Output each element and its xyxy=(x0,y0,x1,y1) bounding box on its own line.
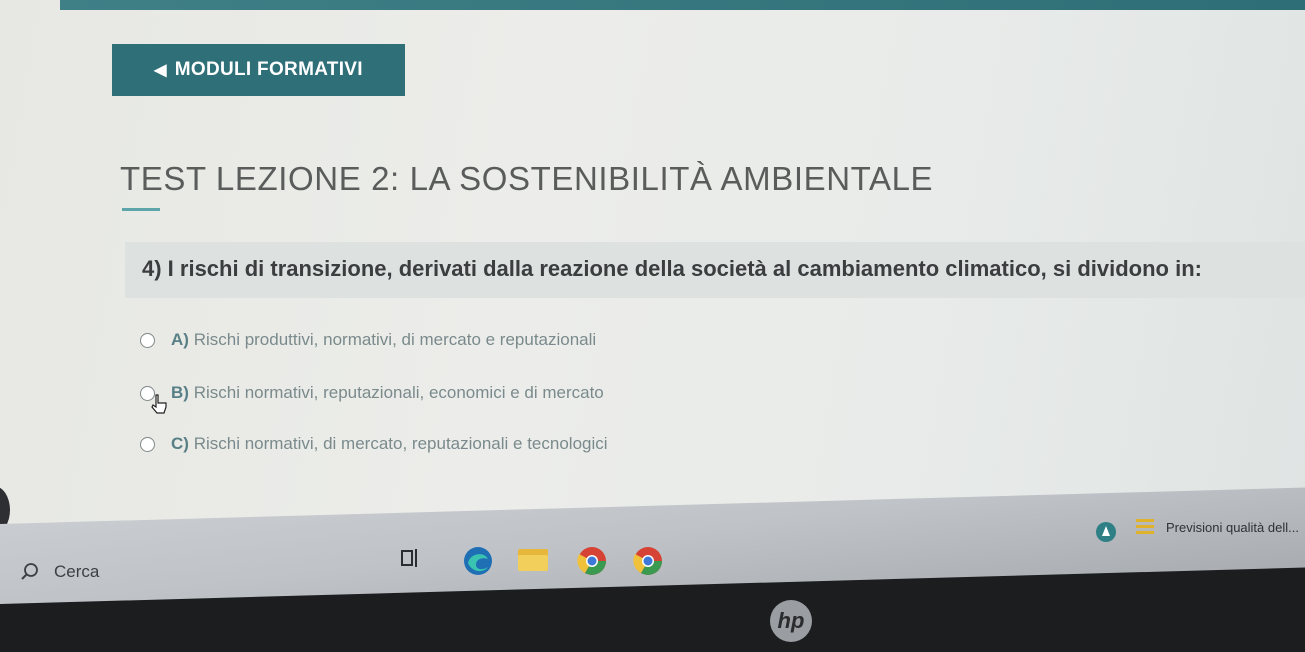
title-underline xyxy=(122,208,160,211)
task-view-icon[interactable] xyxy=(400,545,422,571)
answer-option-b[interactable]: B) Rischi normativi, reputazionali, econ… xyxy=(140,383,604,403)
air-quality-icon xyxy=(1136,519,1154,534)
search-label: Cerca xyxy=(54,562,100,581)
option-text: Rischi normativi, di mercato, reputazion… xyxy=(193,434,608,453)
option-letter: C) xyxy=(171,434,189,453)
search-icon xyxy=(21,563,38,580)
taskbar-search[interactable]: Cerca xyxy=(20,562,99,582)
mouse-cursor-icon xyxy=(151,394,167,414)
hp-logo: hp xyxy=(770,600,812,642)
weather-widget[interactable]: Previsioni qualità dell... xyxy=(1134,516,1299,538)
question-text: 4) I rischi di transizione, derivati dal… xyxy=(142,256,1202,281)
weather-text: Previsioni qualità dell... xyxy=(1166,519,1299,535)
option-letter: B) xyxy=(171,383,189,402)
option-text: Rischi normativi, reputazionali, economi… xyxy=(193,383,604,402)
option-letter: A) xyxy=(171,330,189,349)
widget-icon[interactable] xyxy=(1094,520,1118,544)
back-arrow-icon: ◀ xyxy=(154,62,167,79)
back-to-modules-button[interactable]: ◀ MODULI FORMATIVI xyxy=(112,44,405,96)
radio-c[interactable] xyxy=(140,436,155,452)
chrome-icon[interactable] xyxy=(576,545,608,577)
option-text: Rischi produttivi, normativi, di mercato… xyxy=(193,330,597,349)
answer-option-a[interactable]: A) Rischi produttivi, normativi, di merc… xyxy=(140,330,596,350)
browser-page: ◀ MODULI FORMATIVI TEST LEZIONE 2: LA SO… xyxy=(0,0,1305,560)
radio-a[interactable] xyxy=(140,332,155,348)
page-title: TEST LEZIONE 2: LA SOSTENIBILITÀ AMBIENT… xyxy=(120,160,934,197)
edge-browser-icon[interactable] xyxy=(462,545,494,577)
top-accent-bar xyxy=(60,0,1305,10)
file-explorer-icon[interactable] xyxy=(516,545,550,573)
answer-option-c[interactable]: C) Rischi normativi, di mercato, reputaz… xyxy=(140,434,608,454)
back-button-label: MODULI FORMATIVI xyxy=(174,59,363,80)
chrome-profile-icon[interactable] xyxy=(632,545,664,577)
